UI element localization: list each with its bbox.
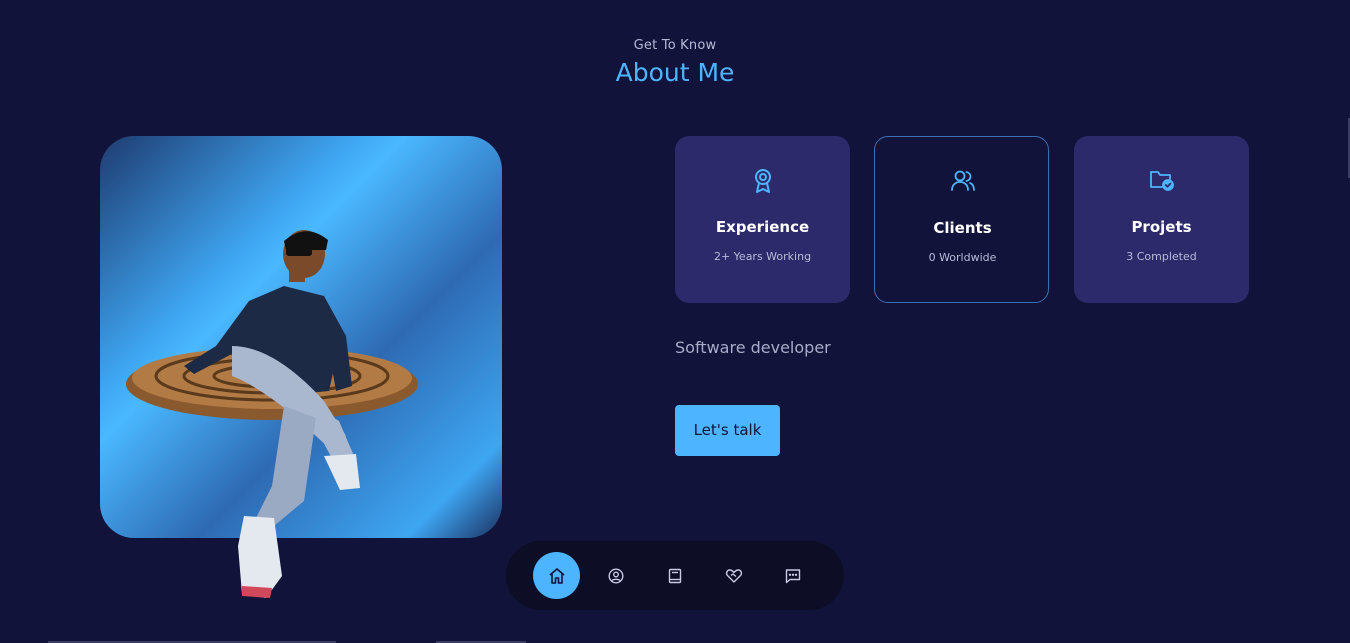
nav-home[interactable] xyxy=(533,552,580,599)
nav-experience[interactable] xyxy=(651,552,698,599)
message-icon xyxy=(785,568,800,583)
bio-text: Software developer xyxy=(675,338,831,357)
home-icon xyxy=(548,567,565,584)
card-label: Experience xyxy=(715,218,810,236)
projects-card: Projets 3 Completed xyxy=(1074,136,1249,303)
about-section: Get To Know About Me Experience 2+ Years… xyxy=(0,0,1350,643)
folder-check-icon xyxy=(1074,168,1249,194)
card-subtext: 2+ Years Working xyxy=(713,250,812,263)
lets-talk-button[interactable]: Let's talk xyxy=(675,405,780,456)
clients-card: Clients 0 Worldwide xyxy=(874,136,1049,303)
card-subtext: 3 Completed xyxy=(1126,250,1197,263)
book-icon xyxy=(668,568,681,583)
user-circle-icon xyxy=(607,567,624,584)
experience-card: Experience 2+ Years Working xyxy=(675,136,850,303)
card-label: Projets xyxy=(1131,218,1192,236)
card-subtext: 0 Worldwide xyxy=(928,251,997,264)
award-icon xyxy=(675,168,850,194)
nav-about[interactable] xyxy=(592,552,639,599)
profile-photo xyxy=(126,230,418,598)
bottom-nav xyxy=(506,541,844,610)
stats-cards: Experience 2+ Years Working Clients 0 Wo… xyxy=(675,136,1250,304)
nav-services[interactable] xyxy=(710,552,757,599)
nav-contact[interactable] xyxy=(769,552,816,599)
profile-photo-card xyxy=(100,136,502,598)
heart-handshake-icon xyxy=(725,568,742,583)
section-kicker: Get To Know xyxy=(633,38,717,53)
users-icon xyxy=(875,169,1050,195)
section-title: About Me xyxy=(615,58,735,87)
card-label: Clients xyxy=(933,219,992,237)
